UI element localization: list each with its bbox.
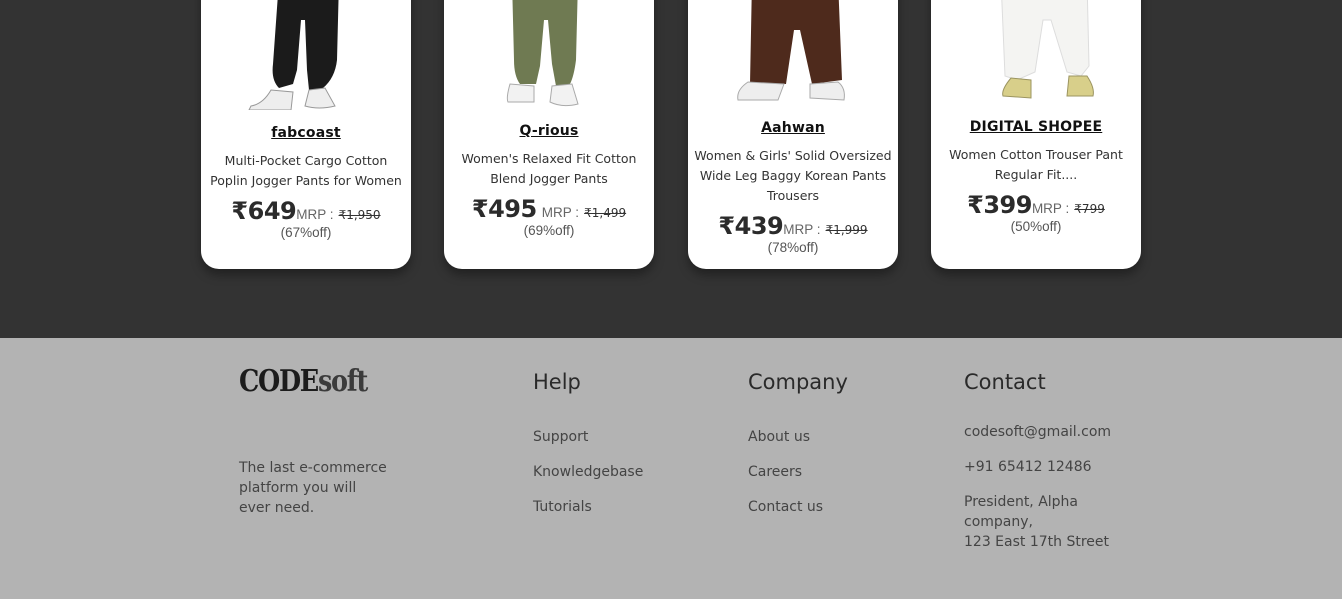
- product-image[interactable]: [444, 0, 654, 110]
- product-card[interactable]: DIGITAL SHOPEE Women Cotton Trouser Pant…: [931, 0, 1141, 269]
- product-description: Women's Relaxed Fit Cotton Blend Jogger …: [461, 151, 637, 186]
- mrp-label: MRP :: [783, 222, 821, 237]
- contact-details: codesoft@gmail.com +91 65412 12486 Presi…: [964, 422, 1134, 567]
- product-brand-link[interactable]: DIGITAL SHOPEE: [931, 119, 1141, 135]
- contact-phone[interactable]: +91 65412 12486: [964, 457, 1134, 477]
- contact-heading: Contact: [964, 370, 1046, 394]
- mrp-label: MRP :: [1031, 201, 1070, 216]
- product-section: fabcoast Multi-Pocket Cargo Cotton Popli…: [0, 0, 1342, 338]
- product-mrp: ₹1,950: [338, 208, 381, 222]
- footer-link-tutorials[interactable]: Tutorials: [533, 490, 643, 525]
- product-price: ₹495: [471, 195, 537, 223]
- logo-primary-text: CODE: [239, 364, 319, 399]
- product-discount: (67%off): [280, 225, 332, 240]
- help-heading: Help: [533, 370, 581, 394]
- logo-secondary-text: soft: [317, 364, 368, 399]
- product-price: ₹649: [231, 197, 297, 225]
- product-mrp: ₹799: [1074, 202, 1105, 216]
- price-line: ₹439MRP : ₹1,999: [688, 212, 898, 240]
- company-heading: Company: [748, 370, 848, 394]
- price-line: ₹399MRP : ₹799: [931, 191, 1141, 219]
- product-description: Women & Girls' Solid Oversized Wide Leg …: [694, 148, 892, 203]
- footer-link-careers[interactable]: Careers: [748, 455, 848, 490]
- contact-email[interactable]: codesoft@gmail.com: [964, 422, 1134, 442]
- site-footer: CODEsoft The last e-commerce platform yo…: [0, 338, 1342, 599]
- contact-address: President, Alpha company, 123 East 17th …: [964, 492, 1134, 552]
- price-line: ₹495 MRP : ₹1,499: [444, 195, 654, 223]
- product-discount: (69%off): [523, 223, 575, 238]
- product-image[interactable]: [201, 0, 411, 110]
- product-brand-link[interactable]: fabcoast: [201, 125, 411, 141]
- product-brand-link[interactable]: Aahwan: [688, 120, 898, 136]
- product-mrp: ₹1,499: [584, 206, 627, 220]
- product-description: Women Cotton Trouser Pant Regular Fit...…: [949, 147, 1123, 182]
- product-price: ₹439: [718, 212, 784, 240]
- codesoft-logo[interactable]: CODEsoft: [239, 364, 368, 399]
- mrp-label: MRP :: [541, 205, 580, 220]
- product-image[interactable]: [931, 0, 1141, 110]
- footer-tagline: The last e-commerce platform you will ev…: [239, 460, 387, 516]
- help-column: Help Support Knowledgebase Tutorials: [533, 370, 643, 525]
- footer-link-about-us[interactable]: About us: [748, 420, 848, 455]
- product-image[interactable]: [688, 0, 898, 110]
- product-card[interactable]: Aahwan Women & Girls' Solid Oversized Wi…: [688, 0, 898, 269]
- product-description: Multi-Pocket Cargo Cotton Poplin Jogger …: [210, 153, 402, 188]
- mrp-label: MRP :: [296, 207, 334, 222]
- product-discount: (78%off): [767, 240, 819, 255]
- product-discount: (50%off): [1010, 219, 1062, 234]
- product-mrp: ₹1,999: [825, 223, 868, 237]
- address-line-1: President, Alpha company,: [964, 494, 1079, 530]
- footer-link-knowledgebase[interactable]: Knowledgebase: [533, 455, 643, 490]
- price-line: ₹649MRP : ₹1,950: [201, 197, 411, 225]
- address-line-2: 123 East 17th Street: [964, 534, 1109, 550]
- product-price: ₹399: [967, 191, 1032, 219]
- product-brand-link[interactable]: Q-rious: [444, 123, 654, 139]
- product-card[interactable]: Q-rious Women's Relaxed Fit Cotton Blend…: [444, 0, 654, 269]
- footer-link-support[interactable]: Support: [533, 420, 643, 455]
- contact-column: Contact: [964, 370, 1046, 394]
- company-column: Company About us Careers Contact us: [748, 370, 848, 525]
- footer-link-contact-us[interactable]: Contact us: [748, 490, 848, 525]
- product-card[interactable]: fabcoast Multi-Pocket Cargo Cotton Popli…: [201, 0, 411, 269]
